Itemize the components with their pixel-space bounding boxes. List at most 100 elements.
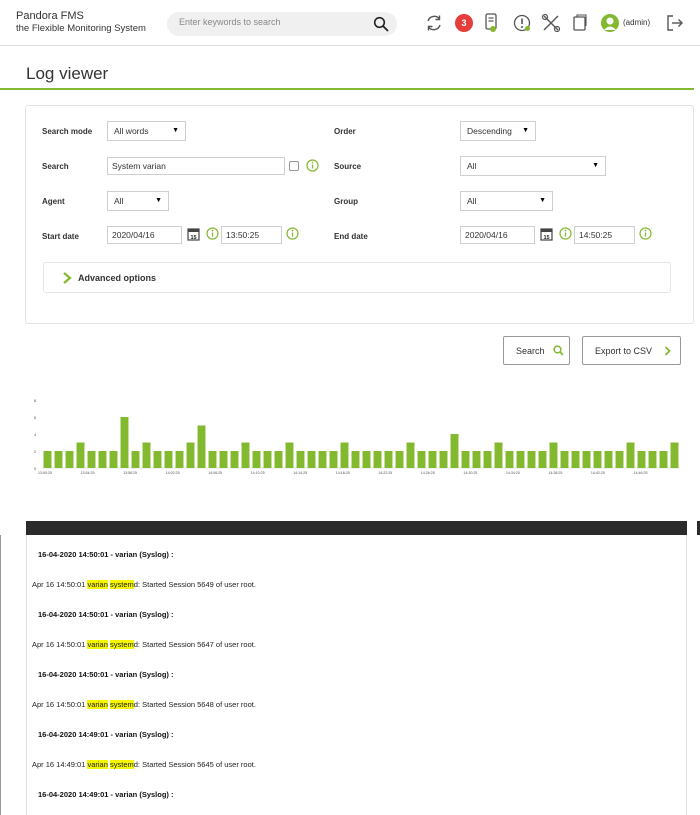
histogram-bar[interactable] <box>637 451 646 468</box>
copy-icon[interactable] <box>571 13 589 33</box>
brand[interactable]: Pandora FMS the Flexible Monitoring Syst… <box>16 10 146 36</box>
histogram-bar[interactable] <box>582 451 591 468</box>
histogram-bar[interactable] <box>219 451 228 468</box>
histogram-bar[interactable] <box>549 442 558 469</box>
histogram-bar[interactable] <box>351 451 360 468</box>
histogram-bar[interactable] <box>87 451 96 468</box>
histogram-bar[interactable] <box>197 425 206 469</box>
histogram-bar[interactable] <box>571 451 580 468</box>
histogram-bar[interactable] <box>626 442 635 469</box>
x-tick-label: 14:26:25 <box>421 471 435 475</box>
histogram-bar[interactable] <box>131 451 140 468</box>
order-select[interactable]: Descending ▼ <box>460 121 536 141</box>
end-date-input[interactable]: 2020/04/16 <box>460 226 535 244</box>
histogram-bar[interactable] <box>186 442 195 469</box>
histogram-bar[interactable] <box>604 451 613 468</box>
histogram-bar[interactable] <box>615 451 624 468</box>
group-label: Group <box>334 197 358 206</box>
histogram-bar[interactable] <box>362 451 371 468</box>
calendar-icon[interactable]: 15 <box>540 227 553 241</box>
histogram-bar[interactable] <box>516 451 525 468</box>
histogram-bar[interactable] <box>395 451 404 468</box>
histogram-bar[interactable] <box>527 451 536 468</box>
global-search-input[interactable] <box>179 17 369 27</box>
histogram-bar[interactable] <box>120 417 129 468</box>
tools-icon[interactable] <box>541 13 561 33</box>
global-search <box>167 12 397 36</box>
histogram-bar[interactable] <box>164 451 173 468</box>
histogram-bar[interactable] <box>142 442 151 469</box>
histogram-bar[interactable] <box>384 451 393 468</box>
histogram-bar[interactable] <box>428 451 437 468</box>
histogram-bar[interactable] <box>175 451 184 468</box>
agent-select[interactable]: All ▼ <box>107 191 169 211</box>
calendar-icon[interactable]: 15 <box>187 227 200 241</box>
end-time-input[interactable]: 14:50:25 <box>574 226 635 244</box>
group-value: All <box>467 196 477 206</box>
histogram-bar[interactable] <box>483 451 492 468</box>
histogram-bar[interactable] <box>76 442 85 469</box>
histogram-bar[interactable] <box>472 451 481 468</box>
end-date-label: End date <box>334 232 368 241</box>
histogram-bar[interactable] <box>373 451 382 468</box>
refresh-icon[interactable] <box>424 13 444 33</box>
histogram-bar[interactable] <box>494 442 503 469</box>
search-mode-select[interactable]: All words ▼ <box>107 121 186 141</box>
server-icon[interactable] <box>484 13 498 33</box>
search-icon[interactable] <box>373 16 389 32</box>
histogram-bar[interactable] <box>98 451 107 468</box>
histogram-bar[interactable] <box>241 442 250 469</box>
histogram-bar[interactable] <box>230 451 239 468</box>
source-value: All <box>467 161 477 171</box>
x-tick-label: 14:06:25 <box>208 471 222 475</box>
histogram-bar[interactable] <box>560 451 569 468</box>
histogram-bar[interactable] <box>538 451 547 468</box>
histogram-bar[interactable] <box>109 451 118 468</box>
log-entry-message: Apr 16 14:50:01 varian systemd: Started … <box>32 700 256 709</box>
x-tick-label: 14:42:25 <box>591 471 605 475</box>
histogram-bar[interactable] <box>439 451 448 468</box>
user-avatar-icon[interactable] <box>600 13 620 33</box>
histogram-bar[interactable] <box>329 451 338 468</box>
title-divider <box>0 88 694 90</box>
histogram-bar[interactable] <box>461 451 470 468</box>
histogram-bar[interactable] <box>450 434 459 468</box>
advanced-options-toggle[interactable]: Advanced options <box>43 262 671 293</box>
histogram-bar[interactable] <box>659 451 668 468</box>
logout-icon[interactable] <box>665 13 685 33</box>
chevron-right-icon <box>664 346 671 356</box>
histogram-bar[interactable] <box>274 451 283 468</box>
export-csv-button[interactable]: Export to CSV <box>582 336 681 365</box>
search-button-label: Search <box>516 346 545 356</box>
histogram-bar[interactable] <box>263 451 272 468</box>
histogram-bar[interactable] <box>208 451 217 468</box>
histogram-bar[interactable] <box>417 451 426 468</box>
group-select[interactable]: All ▼ <box>460 191 553 211</box>
search-button[interactable]: Search <box>503 336 570 365</box>
histogram-bar[interactable] <box>648 451 657 468</box>
histogram-bar[interactable] <box>43 451 52 468</box>
search-checkbox[interactable] <box>289 161 299 171</box>
notification-badge[interactable]: 3 <box>455 14 473 32</box>
histogram-bar[interactable] <box>296 451 305 468</box>
user-name[interactable]: (admin) <box>623 18 650 27</box>
histogram-bar[interactable] <box>670 442 679 469</box>
histogram-bar[interactable] <box>406 442 415 469</box>
search-input[interactable]: System varian <box>107 157 285 175</box>
brand-name: Pandora FMS <box>16 10 84 22</box>
histogram-bar[interactable] <box>307 451 316 468</box>
start-date-input[interactable]: 2020/04/16 <box>107 226 182 244</box>
chevron-right-icon <box>63 272 72 284</box>
source-select[interactable]: All ▼ <box>460 156 606 176</box>
histogram-bar[interactable] <box>340 442 349 469</box>
histogram-bar[interactable] <box>65 451 74 468</box>
histogram-bar[interactable] <box>505 451 514 468</box>
histogram-bar[interactable] <box>252 451 261 468</box>
start-time-input[interactable]: 13:50:25 <box>221 226 282 244</box>
histogram-bar[interactable] <box>285 442 294 469</box>
alert-icon[interactable] <box>512 13 532 33</box>
histogram-bar[interactable] <box>593 451 602 468</box>
histogram-bar[interactable] <box>153 451 162 468</box>
histogram-bar[interactable] <box>54 451 63 468</box>
histogram-bar[interactable] <box>318 451 327 468</box>
